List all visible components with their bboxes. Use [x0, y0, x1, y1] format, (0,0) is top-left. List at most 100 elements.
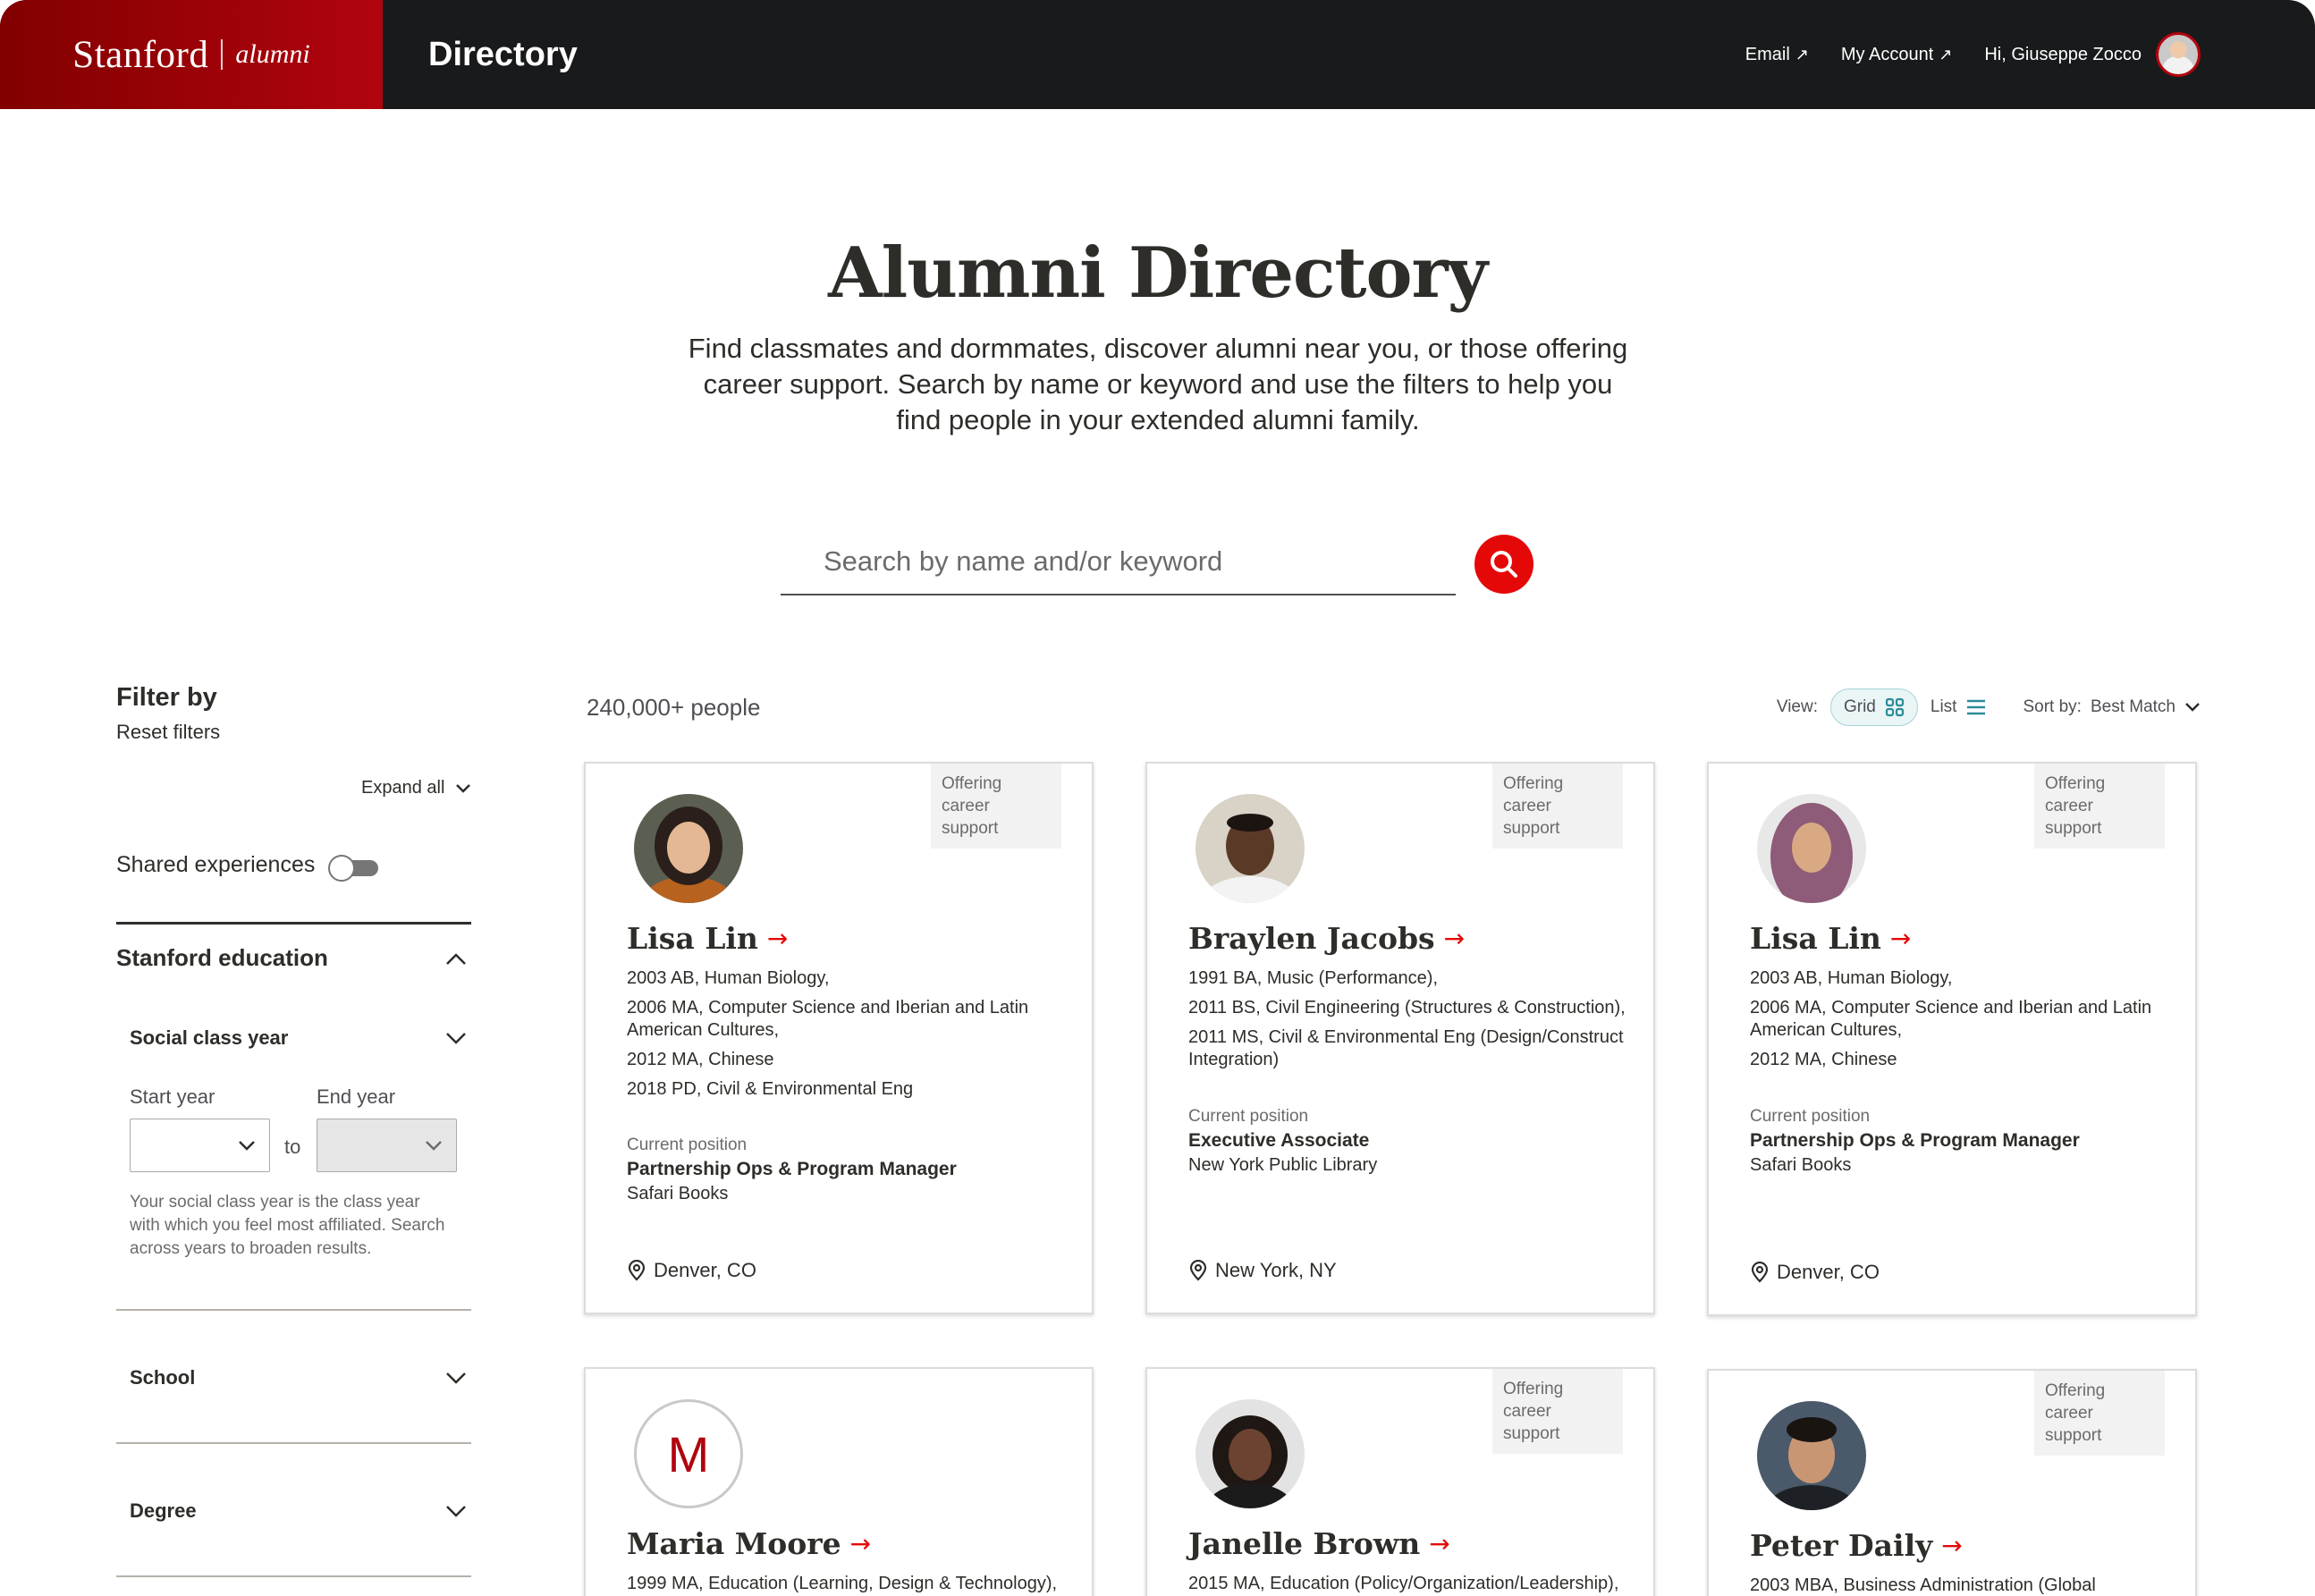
results-count: 240,000+ people — [587, 694, 761, 721]
position-organization: Safari Books — [1750, 1155, 1852, 1175]
start-year-select[interactable] — [130, 1119, 270, 1172]
chevron-down-icon — [456, 783, 471, 793]
my-account-link-label: My Account — [1840, 44, 1934, 64]
external-link-icon: ↗ — [1939, 45, 1953, 63]
alumni-name: Lisa Lin — [627, 921, 758, 956]
search-input[interactable] — [781, 535, 1456, 588]
section-divider — [116, 922, 471, 925]
section-divider — [116, 1575, 471, 1577]
user-menu[interactable]: Hi, Giuseppe Zocco — [1984, 32, 2201, 77]
alumni-name: Peter Daily — [1750, 1528, 1933, 1563]
degree-item: 2003 AB, Human Biology, — [1750, 968, 1953, 988]
alumni-name-link[interactable]: Maria Moore → — [627, 1526, 871, 1561]
degree-item: 2003 MBA, Business Administration (Globa… — [1750, 1575, 2096, 1595]
chevron-up-icon[interactable] — [444, 948, 468, 971]
section-divider — [116, 1442, 471, 1444]
alumni-name-link[interactable]: Braylen Jacobs → — [1188, 921, 1465, 956]
degree-filter-header[interactable]: Degree — [130, 1499, 197, 1523]
degree-list: 1991 BA, Music (Performance), 2011 BS, C… — [1188, 967, 1635, 1078]
alumni-name-link[interactable]: Lisa Lin → — [1750, 921, 1911, 956]
arrow-right-icon: → — [1443, 924, 1466, 953]
alumni-card[interactable]: Offering career support Peter Daily → 200… — [1707, 1369, 2197, 1596]
chevron-down-icon[interactable] — [444, 1499, 468, 1523]
email-link[interactable]: Email ↗ — [1745, 45, 1809, 65]
app-title[interactable]: Directory — [428, 36, 578, 74]
list-icon — [1967, 699, 1986, 715]
degree-list: 2003 AB, Human Biology, 2006 MA, Compute… — [627, 967, 1074, 1108]
degree-item: 2006 MA, Computer Science and Iberian an… — [1750, 998, 2152, 1040]
arrow-right-icon: → — [1889, 924, 1912, 953]
profile-photo[interactable] — [1196, 1399, 1305, 1508]
arrow-right-icon: → — [766, 924, 789, 953]
position-organization: Safari Books — [627, 1184, 729, 1203]
alumni-name: Maria Moore — [627, 1526, 841, 1561]
start-year-label: Start year — [130, 1085, 215, 1108]
degree-list: 1999 MA, Education (Learning, Design & T… — [627, 1573, 1074, 1596]
school-filter-header[interactable]: School — [130, 1366, 195, 1389]
expand-all-button[interactable]: Expand all — [361, 778, 471, 798]
list-view-button[interactable]: List — [1931, 697, 1988, 717]
degree-item: 2018 PD, Civil & Environmental Eng — [627, 1079, 914, 1099]
top-navigation-bar: Stanford alumni Directory Email ↗ My Acco… — [0, 0, 2315, 109]
profile-photo[interactable] — [1757, 1401, 1866, 1510]
end-year-select[interactable] — [317, 1119, 457, 1172]
email-link-label: Email — [1745, 44, 1790, 64]
profile-photo[interactable] — [1196, 794, 1305, 903]
location: New York, NY — [1188, 1259, 1337, 1282]
page-description: Find classmates and dormmates, discover … — [688, 333, 1628, 435]
arrow-right-icon: → — [1941, 1531, 1963, 1560]
career-support-badge: Offering career support — [2034, 1371, 2165, 1456]
alumni-card[interactable]: Offering career support Lisa Lin → 2003 A… — [1707, 762, 2197, 1316]
user-avatar[interactable] — [2156, 32, 2201, 77]
chevron-down-icon[interactable] — [444, 1026, 468, 1050]
alumni-card[interactable]: Offering career support Lisa Lin → 2003 A… — [584, 762, 1094, 1314]
map-pin-icon — [1751, 1262, 1769, 1283]
arrow-right-icon: → — [849, 1529, 872, 1558]
class-year-help-text: Your social class year is the class year… — [130, 1193, 445, 1258]
grid-view-button[interactable]: Grid — [1829, 688, 1918, 726]
brand-wordmark: Stanford — [72, 33, 209, 76]
expand-all-label: Expand all — [361, 778, 445, 798]
chevron-down-icon[interactable] — [444, 1366, 468, 1389]
search-button[interactable] — [1474, 535, 1533, 594]
position-title: Partnership Ops & Program Manager — [627, 1159, 957, 1179]
arrow-right-icon: → — [1429, 1529, 1450, 1558]
location-text: Denver, CO — [1777, 1261, 1880, 1283]
career-support-badge: Offering career support — [2034, 764, 2165, 849]
social-class-year-header[interactable]: Social class year — [130, 1026, 288, 1050]
alumni-card[interactable]: M Maria Moore → 1999 MA, Education (Learn… — [584, 1367, 1094, 1596]
degree-item: 2011 BS, Civil Engineering (Structures &… — [1188, 998, 1626, 1018]
position-organization: New York Public Library — [1188, 1155, 1378, 1175]
shared-experiences-label: Shared experiences — [116, 852, 316, 877]
sort-dropdown[interactable]: Sort by: Best Match — [2023, 697, 2201, 717]
view-label: View: — [1776, 697, 1818, 716]
end-year-label: End year — [317, 1085, 396, 1108]
degree-item: 1991 BA, Music (Performance), — [1188, 968, 1438, 988]
chevron-down-icon — [426, 1141, 442, 1151]
position-title: Executive Associate — [1188, 1130, 1370, 1151]
my-account-link[interactable]: My Account ↗ — [1841, 45, 1952, 65]
degree-item: 2012 MA, Chinese — [627, 1050, 774, 1069]
degree-item: 2003 AB, Human Biology, — [627, 968, 830, 988]
sort-value: Best Match — [2090, 697, 2176, 716]
shared-experiences-toggle[interactable] — [328, 855, 380, 882]
brand-divider — [221, 39, 224, 70]
stanford-education-header[interactable]: Stanford education — [116, 944, 328, 972]
profile-photo[interactable] — [1757, 794, 1866, 903]
position-label: Current position — [627, 1136, 748, 1154]
profile-initial[interactable]: M — [634, 1399, 743, 1508]
map-pin-icon — [628, 1260, 646, 1281]
stanford-alumni-logo[interactable]: Stanford alumni — [0, 0, 383, 109]
alumni-card[interactable]: Offering career support Janelle Brown → 2… — [1145, 1367, 1655, 1596]
career-support-badge: Offering career support — [1492, 764, 1623, 849]
reset-filters-link[interactable]: Reset filters — [116, 721, 220, 744]
alumni-name-link[interactable]: Lisa Lin → — [627, 921, 788, 956]
view-sort-bar: View: Grid List Sort by: Best Match — [1777, 688, 2201, 726]
filter-heading: Filter by — [116, 683, 217, 712]
alumni-card[interactable]: Offering career support Braylen Jacobs → … — [1145, 762, 1655, 1314]
alumni-name-link[interactable]: Janelle Brown → — [1188, 1526, 1450, 1561]
alumni-name-link[interactable]: Peter Daily → — [1750, 1528, 1963, 1563]
user-greeting: Hi, Giuseppe Zocco — [1984, 44, 2142, 64]
position-label: Current position — [1750, 1107, 1871, 1126]
profile-photo[interactable] — [634, 794, 743, 903]
